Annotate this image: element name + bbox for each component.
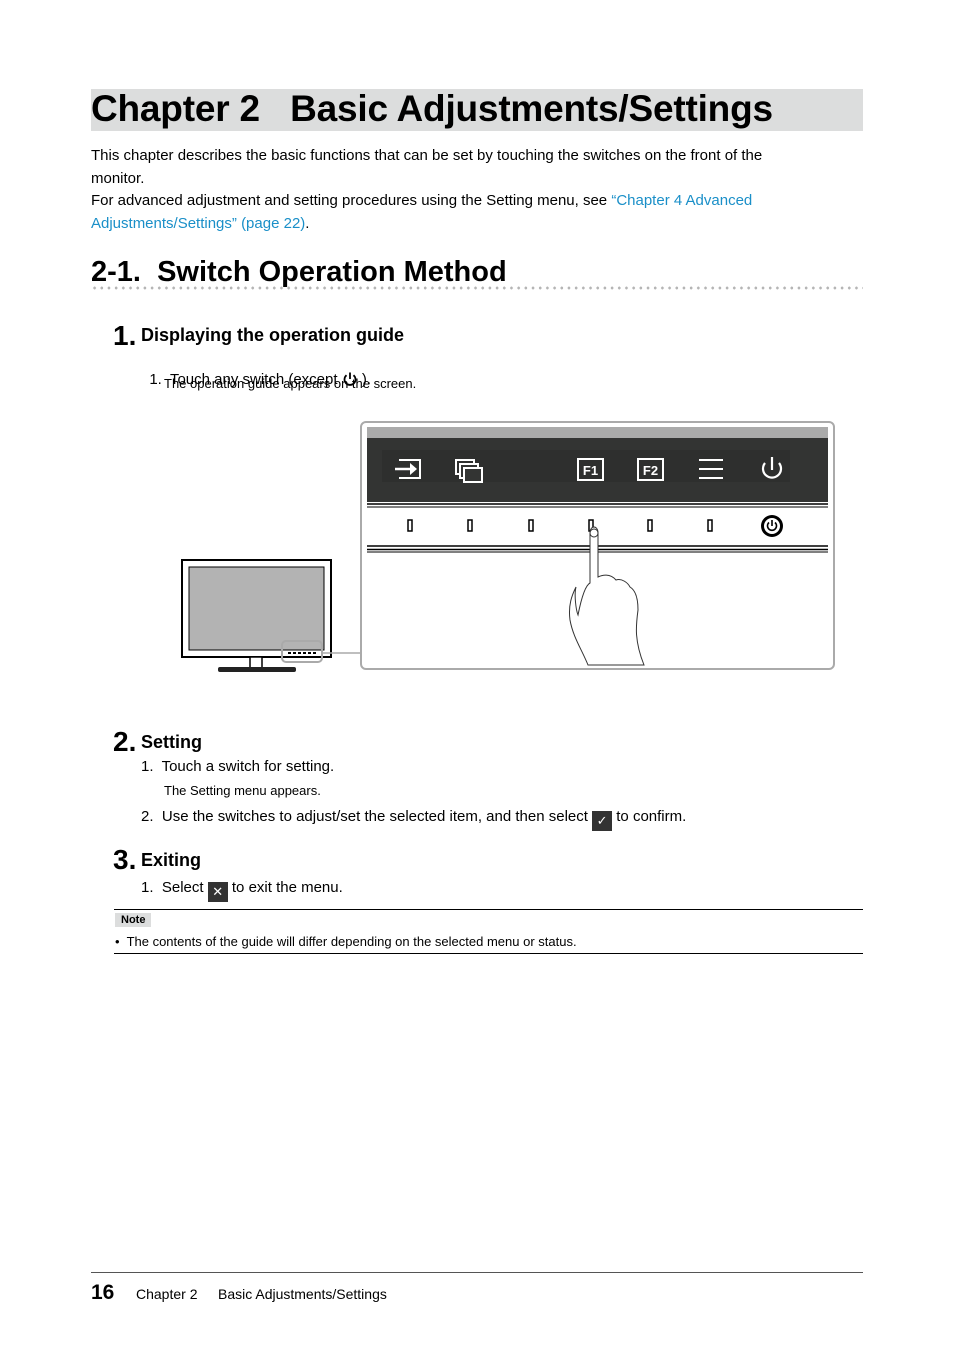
step-1-item-1-sub: The operation guide appears on the scree… — [164, 376, 417, 391]
operation-guide-illustration: F1 F2 — [170, 415, 850, 680]
check-icon: ✓ — [592, 811, 613, 831]
intro-line-4: Adjustments/Settings” (page 22). — [91, 213, 866, 236]
svg-text:F2: F2 — [643, 463, 658, 478]
page-number: 16 — [91, 1281, 115, 1304]
chapter4-link[interactable]: “Chapter 4 Advanced — [611, 192, 752, 209]
power-switch[interactable] — [761, 515, 783, 537]
note-label: Note — [115, 913, 152, 927]
item-text: Use the switches to adjust/set the selec… — [161, 808, 593, 825]
switch-2[interactable] — [467, 519, 473, 532]
item-text: Touch a switch for setting. — [161, 758, 335, 775]
step-3-number: 3. — [113, 844, 137, 875]
intro-period: . — [305, 214, 310, 232]
step-3-title: Exiting — [141, 850, 202, 870]
intro-line-3: For advanced adjustment and setting proc… — [91, 190, 866, 213]
intro-line-1: This chapter describes the basic functio… — [91, 147, 763, 164]
item-text-after: to confirm. — [612, 808, 687, 825]
switch-1[interactable] — [407, 519, 413, 532]
step-3-item-1: 1. Select ✕ to exit the menu. — [141, 878, 343, 902]
note-bottom-rule — [114, 953, 863, 954]
section-divider-dots — [91, 286, 863, 290]
switch-6[interactable] — [707, 519, 713, 532]
intro-line-3-text: For advanced adjustment and setting proc… — [91, 192, 612, 209]
intro-line-2: monitor. — [91, 169, 145, 187]
footer-title: Basic Adjustments/Settings — [218, 1286, 387, 1302]
footer-chapter: Chapter 2 — [136, 1286, 198, 1302]
item-index: 1. — [149, 371, 162, 388]
note-top-rule — [114, 909, 863, 910]
step-1-number: 1. — [113, 320, 137, 351]
step-2-item-1: 1. Touch a switch for setting. — [141, 757, 334, 777]
item-text: Select — [161, 879, 208, 896]
note-item: • The contents of the guide will differ … — [115, 933, 577, 951]
switch-3[interactable] — [528, 519, 534, 532]
note-text: The contents of the guide will differ de… — [126, 934, 577, 949]
chapter4-link-continued[interactable]: Adjustments/Settings” (page 22) — [91, 215, 305, 232]
monitor-drawing — [181, 559, 360, 672]
step-1-title: Displaying the operation guide — [141, 325, 405, 345]
item-index: 1. — [141, 758, 154, 775]
item-text-after: to exit the menu. — [227, 879, 343, 896]
step-2-title: Setting — [141, 732, 202, 752]
chapter-title: Chapter 2 Basic Adjustments/Settings — [91, 88, 773, 129]
item-index: 2. — [141, 808, 154, 825]
section-title: 2-1. Switch Operation Method — [91, 256, 507, 288]
step-2-number: 2. — [113, 726, 137, 757]
note-bullet: • — [115, 934, 120, 949]
illustration-svg: F1 F2 — [181, 421, 835, 672]
step-2-item-2: 2. Use the switches to adjust/set the se… — [141, 807, 686, 831]
intro-paragraph: This chapter describes the basic functio… — [91, 145, 866, 235]
close-icon: ✕ — [207, 882, 228, 902]
step-2-item-1-sub: The Setting menu appears. — [164, 783, 321, 798]
footer-rule — [91, 1272, 863, 1273]
windows-icon — [455, 459, 483, 483]
switch-5[interactable] — [647, 519, 653, 532]
item-index: 1. — [141, 879, 154, 896]
svg-text:F1: F1 — [583, 463, 598, 478]
